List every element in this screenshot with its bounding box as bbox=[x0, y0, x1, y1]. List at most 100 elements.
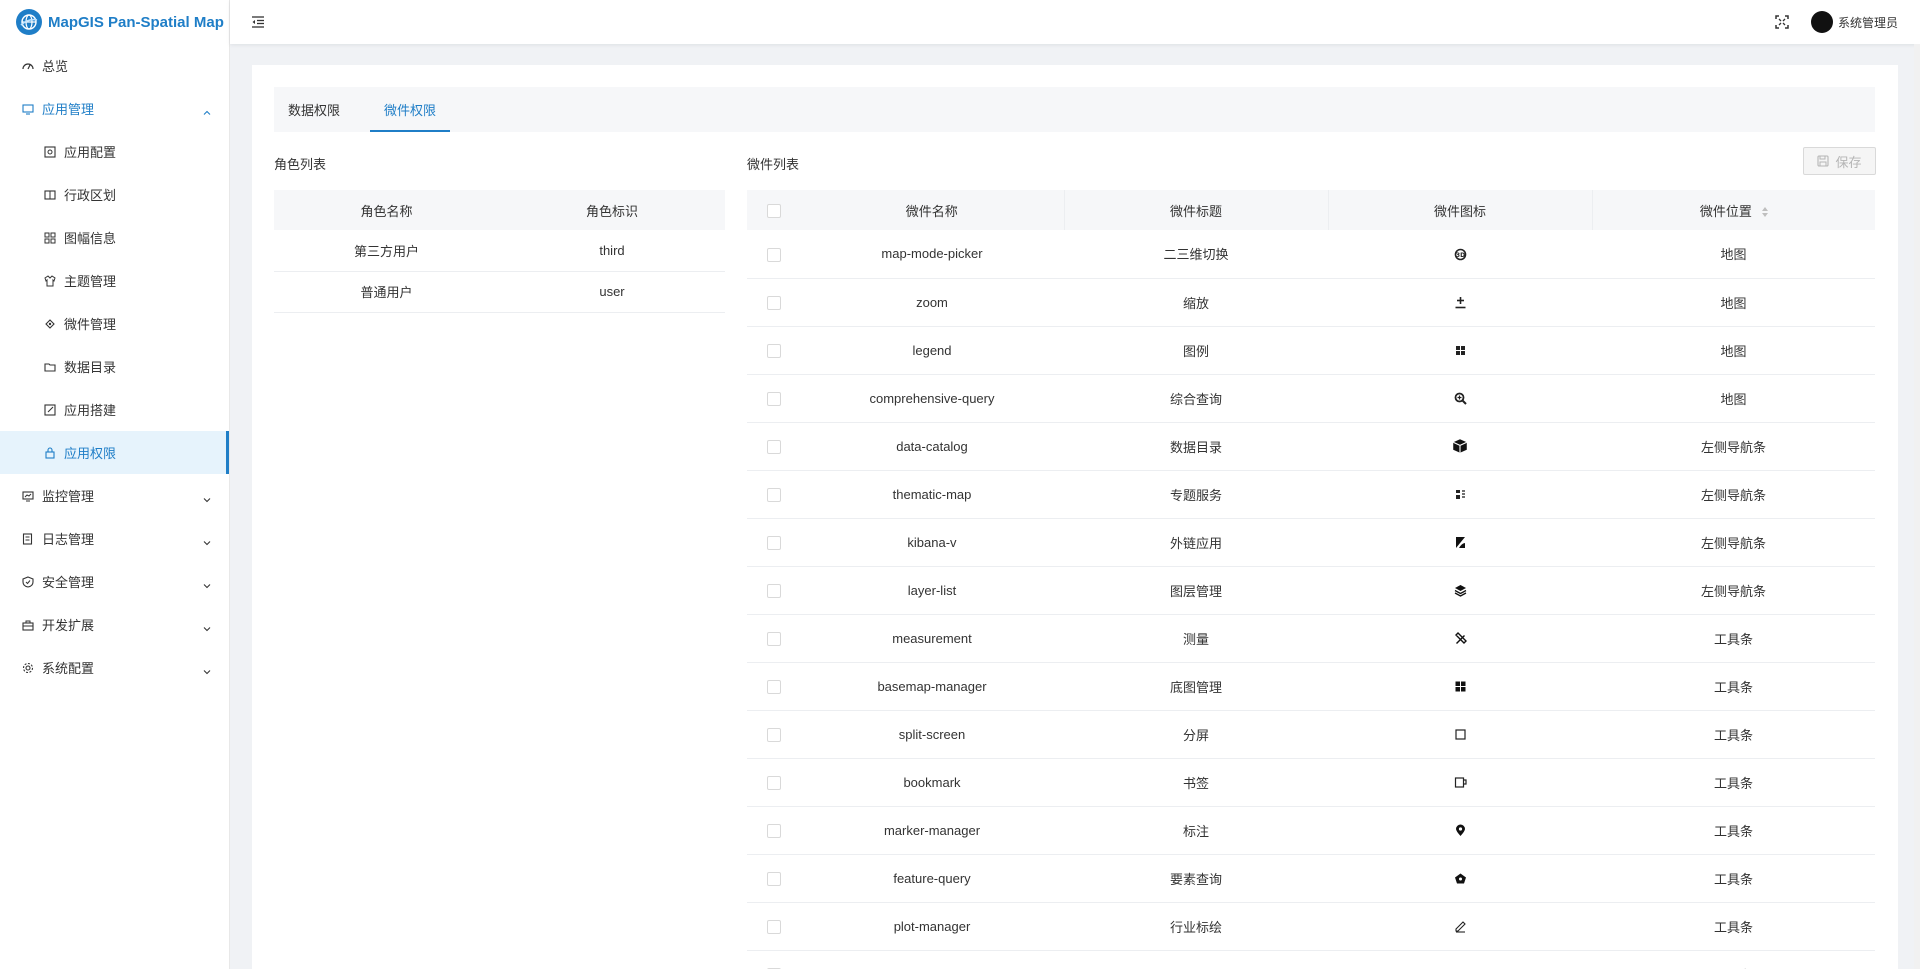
save-button[interactable]: 保存 bbox=[1803, 147, 1876, 175]
table-row[interactable]: measurement 测量 工具条 bbox=[747, 614, 1875, 663]
table-row[interactable]: 工具条 bbox=[747, 950, 1875, 969]
desktop-icon bbox=[22, 103, 34, 115]
table-row[interactable]: 普通用户 user bbox=[274, 271, 725, 313]
sidebar-item-12[interactable]: 安全管理 bbox=[0, 560, 229, 603]
sidebar-item-label: 应用权限 bbox=[64, 446, 117, 461]
widget-name-cell: comprehensive-query bbox=[800, 374, 1064, 423]
sidebar-item-label: 日志管理 bbox=[42, 532, 95, 547]
table-row[interactable]: plot-manager 行业标绘 工具条 bbox=[747, 902, 1875, 951]
row-checkbox[interactable] bbox=[747, 854, 800, 903]
sidebar-item-2[interactable]: 应用配置 bbox=[0, 130, 229, 173]
sidebar-item-label: 总览 bbox=[42, 59, 69, 74]
col-widget-position[interactable]: 微件位置 bbox=[1592, 190, 1875, 230]
select-all-checkbox[interactable] bbox=[747, 190, 800, 230]
square-icon bbox=[1452, 726, 1468, 742]
sidebar-item-label: 应用配置 bbox=[64, 145, 117, 160]
widget-name-cell: kibana-v bbox=[800, 518, 1064, 567]
table-row[interactable]: comprehensive-query 综合查询 地图 bbox=[747, 374, 1875, 423]
widget-list-title: 微件列表 bbox=[747, 157, 800, 172]
table-row[interactable]: 第三方用户 third bbox=[274, 230, 725, 272]
lock-icon bbox=[44, 446, 56, 459]
sidebar-item-4[interactable]: 图幅信息 bbox=[0, 216, 229, 259]
row-checkbox[interactable] bbox=[747, 230, 800, 279]
row-checkbox[interactable] bbox=[747, 374, 800, 423]
sidebar-item-7[interactable]: 数据目录 bbox=[0, 345, 229, 388]
chevron-down-icon bbox=[203, 492, 211, 502]
log-icon bbox=[22, 532, 34, 545]
widget-name-cell: bookmark bbox=[800, 758, 1064, 807]
chevron-down-icon bbox=[203, 578, 211, 588]
sidebar-item-label: 数据目录 bbox=[64, 360, 117, 375]
row-checkbox[interactable] bbox=[747, 662, 800, 711]
table-row[interactable]: split-screen 分屏 工具条 bbox=[747, 710, 1875, 759]
fullscreen-icon[interactable] bbox=[1775, 15, 1789, 29]
sidebar-item-9[interactable]: 应用权限 bbox=[0, 431, 229, 474]
widget-position-cell: 工具条 bbox=[1592, 902, 1875, 951]
table-row[interactable]: kibana-v 外链应用 左侧导航条 bbox=[747, 518, 1875, 567]
sidebar-item-0[interactable]: 总览 bbox=[0, 44, 229, 87]
sidebar-item-14[interactable]: 系统配置 bbox=[0, 646, 229, 689]
table-row[interactable]: zoom 缩放 地图 bbox=[747, 278, 1875, 327]
table-row[interactable]: bookmark 书签 工具条 bbox=[747, 758, 1875, 807]
row-checkbox[interactable] bbox=[747, 950, 800, 969]
header-user-area: 系统管理员 bbox=[1775, 11, 1920, 33]
bookmark-icon bbox=[1452, 774, 1468, 790]
widget-name-cell: map-mode-picker bbox=[800, 230, 1064, 279]
sidebar-item-11[interactable]: 日志管理 bbox=[0, 517, 229, 560]
row-checkbox[interactable] bbox=[747, 758, 800, 807]
table-row[interactable]: basemap-manager 底图管理 工具条 bbox=[747, 662, 1875, 711]
widget-name-cell: zoom bbox=[800, 278, 1064, 327]
widget-position-cell: 左侧导航条 bbox=[1592, 422, 1875, 471]
row-checkbox[interactable] bbox=[747, 470, 800, 519]
table-row[interactable]: data-catalog 数据目录 左侧导航条 bbox=[747, 422, 1875, 471]
row-checkbox[interactable] bbox=[747, 326, 800, 375]
row-checkbox[interactable] bbox=[747, 422, 800, 471]
tab-widget-permission[interactable]: 微件权限 bbox=[370, 87, 451, 132]
role-table: 角色名称 角色标识 第三方用户 third 普通用户 user bbox=[274, 190, 725, 313]
row-checkbox[interactable] bbox=[747, 614, 800, 663]
row-checkbox[interactable] bbox=[747, 566, 800, 615]
widget-icon-cell bbox=[1328, 902, 1592, 951]
sidebar-item-1[interactable]: 应用管理 bbox=[0, 87, 229, 130]
widget-icon-cell bbox=[1328, 278, 1592, 327]
sidebar-item-6[interactable]: 微件管理 bbox=[0, 302, 229, 345]
chevron-down-icon bbox=[203, 621, 211, 631]
sidebar-item-8[interactable]: 应用搭建 bbox=[0, 388, 229, 431]
grid-icon bbox=[44, 232, 56, 244]
app-logo[interactable]: MapGIS Pan-Spatial Map bbox=[0, 0, 229, 44]
widget-name-cell: feature-query bbox=[800, 854, 1064, 903]
sidebar-item-3[interactable]: 行政区划 bbox=[0, 173, 229, 216]
page-scrollbar[interactable] bbox=[1914, 44, 1920, 969]
widget-title-cell: 二三维切换 bbox=[1064, 230, 1328, 279]
kibana-icon bbox=[1452, 534, 1468, 550]
sidebar-item-13[interactable]: 开发扩展 bbox=[0, 603, 229, 646]
row-checkbox[interactable] bbox=[747, 518, 800, 567]
sidebar-item-label: 应用管理 bbox=[42, 102, 95, 117]
widget-name-cell: layer-list bbox=[800, 566, 1064, 615]
sidebar-item-10[interactable]: 监控管理 bbox=[0, 474, 229, 517]
row-checkbox[interactable] bbox=[747, 278, 800, 327]
row-checkbox[interactable] bbox=[747, 806, 800, 855]
row-checkbox[interactable] bbox=[747, 710, 800, 759]
widget-table-header: 微件名称 微件标题 微件图标 微件位置 bbox=[747, 190, 1875, 230]
table-row[interactable]: layer-list 图层管理 左侧导航条 bbox=[747, 566, 1875, 615]
tab-data-permission[interactable]: 数据权限 bbox=[274, 87, 354, 132]
widget-title-cell bbox=[1064, 950, 1328, 969]
globe-logo-icon bbox=[16, 9, 42, 35]
avatar[interactable] bbox=[1810, 11, 1833, 33]
table-row[interactable]: feature-query 要素查询 工具条 bbox=[747, 854, 1875, 903]
sidebar-item-5[interactable]: 主题管理 bbox=[0, 259, 229, 302]
table-row[interactable]: thematic-map 专题服务 左侧导航条 bbox=[747, 470, 1875, 519]
row-checkbox[interactable] bbox=[747, 902, 800, 951]
table-row[interactable]: legend 图例 地图 bbox=[747, 326, 1875, 375]
sidebar-item-label: 微件管理 bbox=[64, 317, 117, 332]
menu-fold-icon[interactable] bbox=[248, 12, 268, 32]
col-widget-name: 微件名称 bbox=[800, 190, 1065, 230]
widget-title-cell: 数据目录 bbox=[1064, 422, 1328, 471]
columns-icon bbox=[44, 189, 56, 201]
table-row[interactable]: marker-manager 标注 工具条 bbox=[747, 806, 1875, 855]
widget-icon-cell bbox=[1328, 374, 1592, 423]
table-row[interactable]: map-mode-picker 二三维切换 3D 地图 bbox=[747, 230, 1875, 279]
user-name[interactable]: 系统管理员 bbox=[1838, 14, 1898, 31]
chevron-down-icon bbox=[203, 535, 211, 545]
